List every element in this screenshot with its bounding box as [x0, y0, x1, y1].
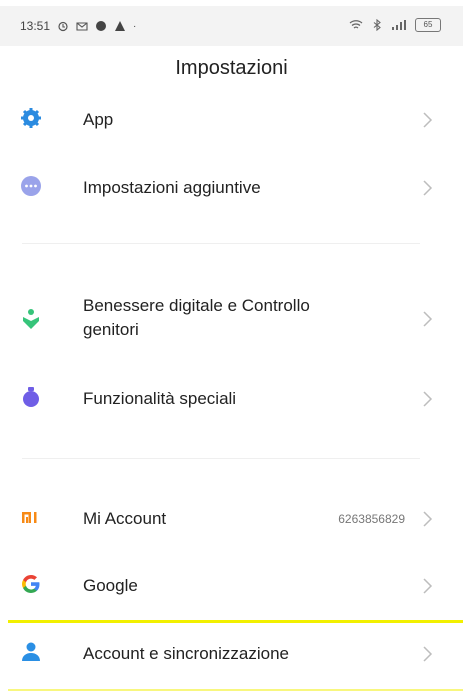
wifi-icon: [349, 20, 363, 29]
settings-item-label: App: [83, 110, 114, 129]
google-g-icon: [22, 575, 40, 593]
highlight-line-bottom: [8, 689, 463, 691]
chevron-right-icon: [423, 112, 433, 128]
chevron-right-icon: [423, 391, 433, 407]
more-dots-icon: [21, 176, 41, 196]
settings-item-digital-wellbeing[interactable]: Benessere digitale e Controllo genitori: [0, 293, 463, 345]
wellbeing-icon: [23, 309, 39, 329]
settings-screen: 13:51 · 65 Impostazioni App Impostazioni…: [0, 0, 463, 694]
chevron-right-icon: [423, 311, 433, 327]
section-divider: [22, 458, 420, 459]
settings-item-label: Mi Account: [83, 509, 167, 528]
alarm-icon: [58, 21, 68, 32]
settings-item-special-features[interactable]: Funzionalità speciali: [0, 386, 463, 412]
settings-item-label-line1: Benessere digitale e Controllo: [83, 296, 310, 315]
settings-item-account-sync[interactable]: Account e sincronizzazione: [0, 641, 463, 667]
settings-item-label-line2: genitori: [83, 320, 139, 339]
chevron-right-icon: [423, 578, 433, 594]
signal-icon: [392, 20, 406, 30]
settings-item-mi-account[interactable]: Mi Account 6263856829: [0, 506, 463, 532]
page-title: Impostazioni: [175, 57, 288, 79]
chevron-right-icon: [423, 646, 433, 662]
battery-icon: 65: [415, 18, 441, 32]
warning-icon: [115, 21, 126, 31]
status-left: 13:51 ·: [20, 19, 136, 33]
mi-logo-icon: [22, 512, 37, 523]
special-features-icon: [23, 387, 39, 407]
chevron-right-icon: [423, 180, 433, 196]
status-right: 65: [349, 18, 441, 32]
status-time: 13:51: [20, 19, 51, 33]
bluetooth-icon: [373, 19, 381, 31]
account-person-icon: [22, 642, 40, 661]
settings-item-google[interactable]: Google: [0, 573, 463, 599]
settings-item-label: Google: [83, 576, 138, 595]
settings-item-additional[interactable]: Impostazioni aggiuntive: [0, 175, 463, 201]
chevron-right-icon: [423, 511, 433, 527]
gear-icon: [21, 108, 41, 128]
section-divider: [22, 243, 420, 244]
settings-item-label: Impostazioni aggiuntive: [83, 178, 261, 197]
mi-account-id: 6263856829: [338, 512, 405, 526]
settings-item-app[interactable]: App: [0, 107, 463, 133]
mail-icon: [76, 22, 88, 31]
app-notification-icon: [96, 21, 107, 31]
settings-item-label: Funzionalità speciali: [83, 389, 237, 408]
settings-item-label: Account e sincronizzazione: [83, 644, 290, 663]
status-bar: 13:51 · 65: [0, 6, 463, 46]
highlight-line-top: [8, 620, 463, 623]
more-notifications-dot: ·: [133, 20, 137, 32]
